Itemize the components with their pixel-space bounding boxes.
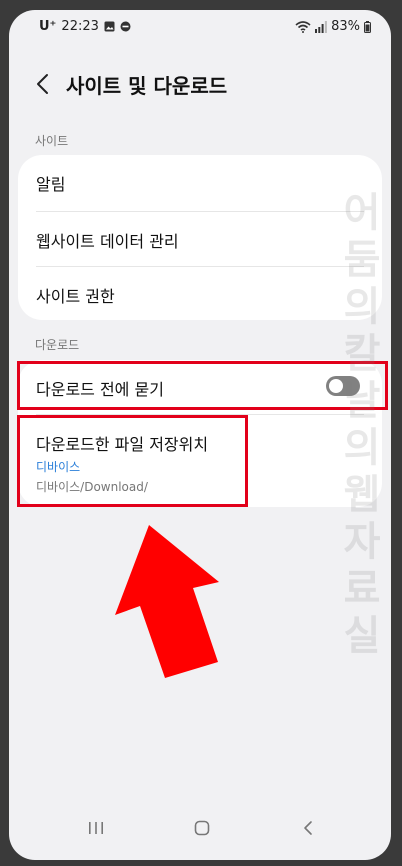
navigation-bar xyxy=(9,800,391,860)
phone-screen: U⁺ 22:23 83% 사이트 및 다운로드 사이트 알림 웹사이트 데이터 … xyxy=(9,10,391,860)
home-icon[interactable] xyxy=(193,820,211,836)
red-arrow-icon xyxy=(115,525,219,678)
back-nav-icon[interactable] xyxy=(301,820,315,836)
recent-apps-icon[interactable] xyxy=(87,820,105,836)
